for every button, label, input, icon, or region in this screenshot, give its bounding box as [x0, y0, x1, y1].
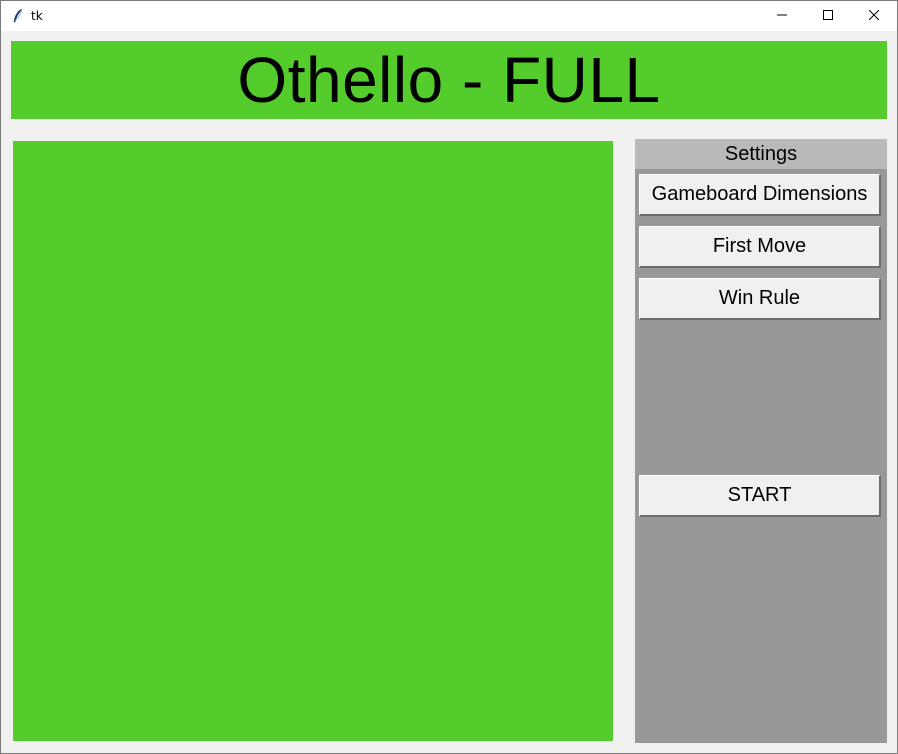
minimize-button[interactable] [759, 1, 805, 31]
win-rule-button[interactable]: Win Rule [639, 278, 881, 320]
title-banner: Othello - FULL [11, 41, 887, 119]
feather-icon [11, 8, 25, 24]
start-button[interactable]: START [639, 475, 881, 517]
app-window: tk Othello - FULL Settings Gameboard Dim… [0, 0, 898, 754]
window-title: tk [31, 9, 43, 23]
title-bar[interactable]: tk [1, 1, 897, 31]
first-move-button[interactable]: First Move [639, 226, 881, 268]
close-button[interactable] [851, 1, 897, 31]
page-title: Othello - FULL [237, 44, 661, 116]
gameboard-canvas[interactable] [13, 141, 613, 741]
close-icon [868, 7, 880, 25]
maximize-button[interactable] [805, 1, 851, 31]
minimize-icon [777, 7, 787, 25]
maximize-icon [823, 7, 833, 25]
settings-panel: Settings Gameboard Dimensions First Move… [635, 139, 887, 743]
settings-title: Settings [635, 139, 887, 169]
gameboard-dimensions-button[interactable]: Gameboard Dimensions [639, 174, 881, 216]
